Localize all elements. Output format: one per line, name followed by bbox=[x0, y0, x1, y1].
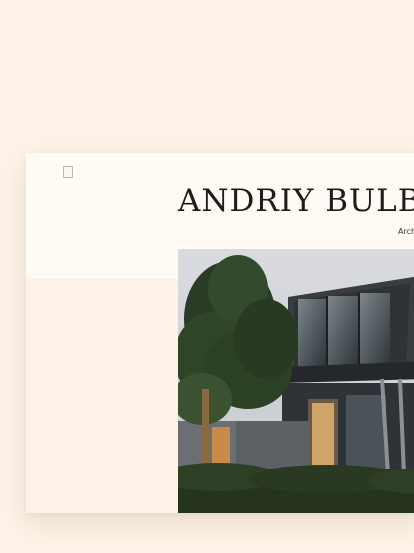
logo-icon[interactable] bbox=[63, 166, 73, 178]
site-preview-card: ANDRIY BULBA Arch bbox=[26, 153, 414, 513]
hero-house-image bbox=[178, 249, 414, 513]
site-subtitle: Arch bbox=[398, 227, 414, 236]
site-title: ANDRIY BULBA bbox=[178, 183, 414, 219]
